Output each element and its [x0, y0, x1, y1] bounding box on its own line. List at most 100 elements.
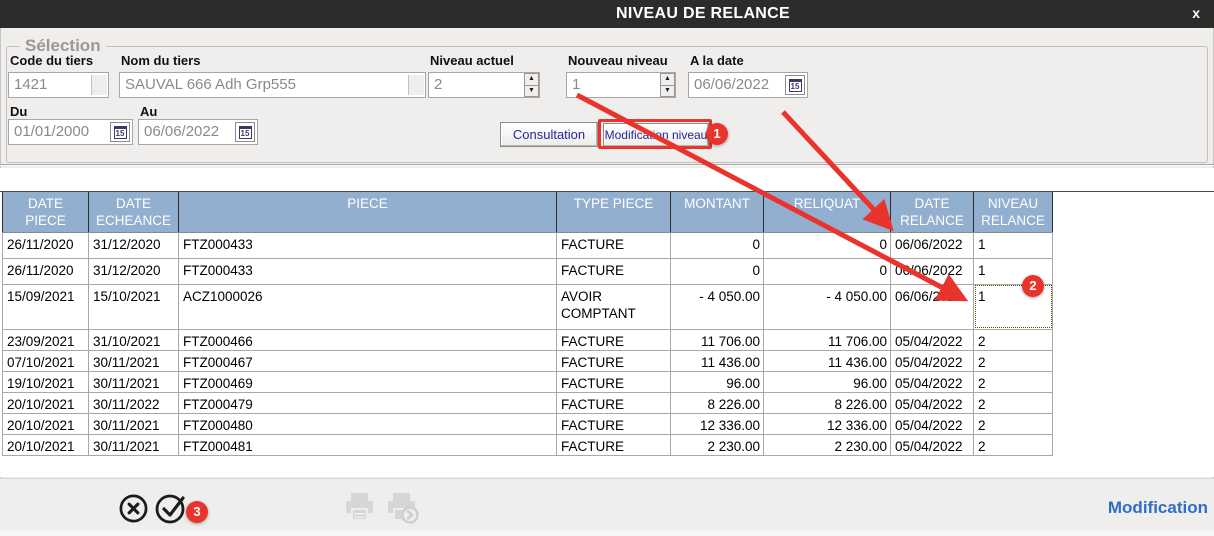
cell-piece[interactable]: FTZ000481 [179, 434, 557, 455]
cell-type-piece[interactable]: FACTURE [557, 329, 671, 350]
du-calendar-button[interactable]: 15 [110, 122, 130, 142]
cell-montant[interactable]: 96.00 [671, 371, 764, 392]
cell-niveau-relance[interactable]: 2 [974, 434, 1053, 455]
cell-piece[interactable]: FTZ000433 [179, 232, 557, 258]
cell-date-piece[interactable]: 15/09/2021 [3, 284, 89, 329]
du-field[interactable]: 01/01/2000 15 [8, 119, 133, 145]
au-field[interactable]: 06/06/2022 15 [138, 119, 258, 145]
cell-reliquat[interactable]: 0 [764, 258, 891, 284]
cell-date-echeance[interactable]: 30/11/2021 [89, 434, 179, 455]
cell-piece[interactable]: FTZ000479 [179, 392, 557, 413]
cell-reliquat[interactable]: - 4 050.00 [764, 284, 891, 329]
consultation-button[interactable]: Consultation [500, 122, 598, 147]
cell-date-piece[interactable]: 26/11/2020 [3, 232, 89, 258]
cell-reliquat[interactable]: 0 [764, 232, 891, 258]
spin-up-icon[interactable]: ▲ [524, 73, 539, 86]
cell-date-echeance[interactable]: 30/11/2022 [89, 392, 179, 413]
a-la-date-calendar-button[interactable]: 15 [785, 75, 805, 95]
cell-date-relance[interactable]: 05/04/2022 [891, 392, 974, 413]
calendar-icon: 15 [789, 79, 802, 92]
cell-niveau-relance-selected[interactable]: 1 [974, 284, 1053, 329]
cell-niveau-relance[interactable]: 1 [974, 258, 1053, 284]
cell-piece[interactable]: FTZ000480 [179, 413, 557, 434]
cell-niveau-relance[interactable]: 2 [974, 371, 1053, 392]
nom-tiers-lookup-button[interactable] [408, 75, 424, 95]
table-row: 20/10/2021 30/11/2021 FTZ000481 FACTURE … [3, 434, 1053, 455]
cell-date-relance[interactable]: 06/06/2022 [891, 232, 974, 258]
cell-date-relance[interactable]: 06/06/2022 [891, 284, 974, 329]
cell-date-relance[interactable]: 06/06/2022 [891, 258, 974, 284]
cell-date-relance[interactable]: 05/04/2022 [891, 413, 974, 434]
cell-date-relance[interactable]: 05/04/2022 [891, 329, 974, 350]
cell-niveau-relance[interactable]: 1 [974, 232, 1053, 258]
cell-type-piece[interactable]: FACTURE [557, 232, 671, 258]
cell-type-piece[interactable]: FACTURE [557, 413, 671, 434]
cell-piece[interactable]: FTZ000467 [179, 350, 557, 371]
cell-reliquat[interactable]: 96.00 [764, 371, 891, 392]
cell-reliquat[interactable]: 8 226.00 [764, 392, 891, 413]
cell-montant[interactable]: 0 [671, 232, 764, 258]
cell-date-echeance[interactable]: 30/11/2021 [89, 350, 179, 371]
cell-piece[interactable]: FTZ000433 [179, 258, 557, 284]
cell-date-echeance[interactable]: 15/10/2021 [89, 284, 179, 329]
cell-date-piece[interactable]: 20/10/2021 [3, 434, 89, 455]
code-tiers-field[interactable]: 1421 [8, 72, 109, 98]
print-export-button [385, 492, 423, 529]
au-calendar-button[interactable]: 15 [235, 122, 255, 142]
cell-date-relance[interactable]: 05/04/2022 [891, 350, 974, 371]
cell-niveau-relance[interactable]: 2 [974, 413, 1053, 434]
cell-date-piece[interactable]: 20/10/2021 [3, 392, 89, 413]
cell-montant[interactable]: - 4 050.00 [671, 284, 764, 329]
cell-piece[interactable]: ACZ1000026 [179, 284, 557, 329]
cell-montant[interactable]: 8 226.00 [671, 392, 764, 413]
validate-button[interactable] [155, 490, 189, 531]
cancel-button[interactable] [118, 493, 149, 529]
cell-reliquat[interactable]: 2 230.00 [764, 434, 891, 455]
cell-reliquat[interactable]: 11 436.00 [764, 350, 891, 371]
cell-piece[interactable]: FTZ000469 [179, 371, 557, 392]
nom-tiers-field[interactable]: SAUVAL 666 Adh Grp555 [119, 72, 426, 98]
nouveau-niveau-stepper: ▲ ▼ [659, 73, 675, 97]
cell-date-echeance[interactable]: 31/10/2021 [89, 329, 179, 350]
cell-date-piece[interactable]: 26/11/2020 [3, 258, 89, 284]
cell-date-piece[interactable]: 20/10/2021 [3, 413, 89, 434]
cell-reliquat[interactable]: 12 336.00 [764, 413, 891, 434]
cell-date-piece[interactable]: 19/10/2021 [3, 371, 89, 392]
cell-date-echeance[interactable]: 31/12/2020 [89, 258, 179, 284]
cell-type-piece[interactable]: FACTURE [557, 258, 671, 284]
col-header-montant: MONTANT [671, 192, 764, 232]
modification-niveau-button[interactable]: Modification niveau [603, 123, 709, 147]
spin-down-icon[interactable]: ▼ [524, 86, 539, 98]
cell-montant[interactable]: 12 336.00 [671, 413, 764, 434]
cell-date-echeance[interactable]: 30/11/2021 [89, 413, 179, 434]
spin-down-icon[interactable]: ▼ [660, 86, 675, 98]
cell-type-piece[interactable]: FACTURE [557, 350, 671, 371]
cell-reliquat[interactable]: 11 706.00 [764, 329, 891, 350]
cell-date-echeance[interactable]: 31/12/2020 [89, 232, 179, 258]
cell-niveau-relance[interactable]: 2 [974, 350, 1053, 371]
col-header-type-piece: TYPE PIECE [557, 192, 671, 232]
spin-up-icon[interactable]: ▲ [660, 73, 675, 86]
au-value: 06/06/2022 [139, 120, 235, 144]
cell-type-piece[interactable]: FACTURE [557, 392, 671, 413]
cell-montant[interactable]: 11 436.00 [671, 350, 764, 371]
close-button[interactable]: x [1192, 0, 1200, 28]
niveau-actuel-field[interactable]: 2 ▲ ▼ [428, 72, 540, 98]
cell-date-relance[interactable]: 05/04/2022 [891, 371, 974, 392]
nouveau-niveau-field[interactable]: 1 ▲ ▼ [566, 72, 676, 98]
cell-montant[interactable]: 0 [671, 258, 764, 284]
cell-type-piece[interactable]: AVOIR COMPTANT [557, 284, 671, 329]
cell-piece[interactable]: FTZ000466 [179, 329, 557, 350]
cell-date-piece[interactable]: 23/09/2021 [3, 329, 89, 350]
cell-date-piece[interactable]: 07/10/2021 [3, 350, 89, 371]
cell-type-piece[interactable]: FACTURE [557, 371, 671, 392]
cell-date-echeance[interactable]: 30/11/2021 [89, 371, 179, 392]
a-la-date-field[interactable]: 06/06/2022 15 [688, 72, 808, 98]
cell-montant[interactable]: 2 230.00 [671, 434, 764, 455]
cell-type-piece[interactable]: FACTURE [557, 434, 671, 455]
cell-niveau-relance[interactable]: 2 [974, 329, 1053, 350]
cell-niveau-relance[interactable]: 2 [974, 392, 1053, 413]
cell-date-relance[interactable]: 05/04/2022 [891, 434, 974, 455]
cell-montant[interactable]: 11 706.00 [671, 329, 764, 350]
code-tiers-lookup-button[interactable] [91, 75, 107, 95]
